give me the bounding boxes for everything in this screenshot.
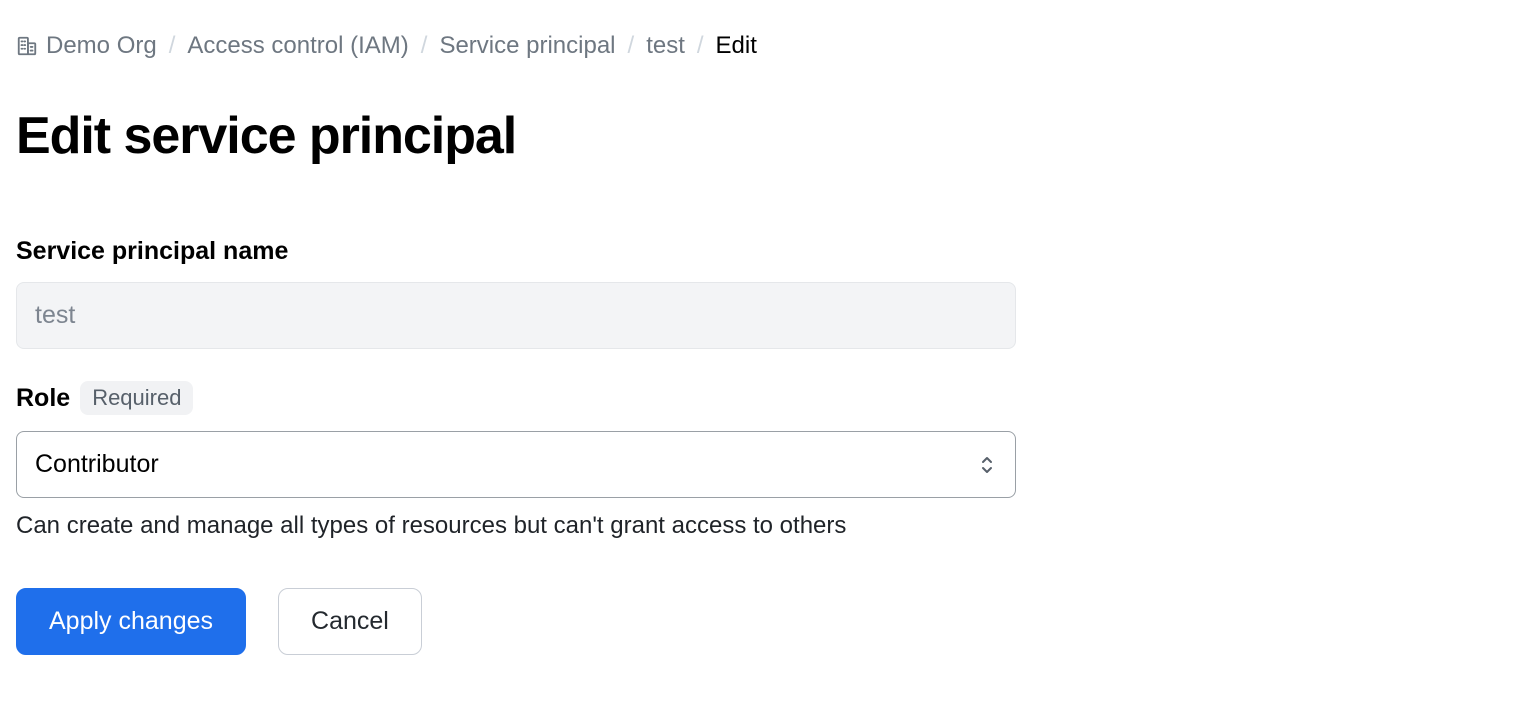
breadcrumb-org-label: Demo Org [46, 32, 157, 60]
required-badge: Required [80, 381, 193, 415]
service-principal-name-input[interactable] [16, 282, 1016, 349]
role-select[interactable]: Contributor [16, 431, 1016, 498]
breadcrumb-separator: / [697, 32, 704, 60]
role-help-text: Can create and manage all types of resou… [16, 512, 1016, 540]
breadcrumb-test[interactable]: test [646, 32, 685, 60]
breadcrumb: Demo Org / Access control (IAM) / Servic… [16, 32, 1524, 60]
breadcrumb-separator: / [628, 32, 635, 60]
breadcrumb-service-principal[interactable]: Service principal [439, 32, 615, 60]
form-group-name: Service principal name [16, 237, 1016, 349]
page-title: Edit service principal [16, 108, 1524, 165]
organization-icon [16, 35, 38, 57]
breadcrumb-org[interactable]: Demo Org [16, 32, 157, 60]
role-label: Role [16, 384, 70, 413]
breadcrumb-access-control[interactable]: Access control (IAM) [187, 32, 408, 60]
breadcrumb-current: Edit [716, 32, 757, 60]
form-group-role: Role Required Contributor Can create and… [16, 381, 1016, 540]
breadcrumb-separator: / [169, 32, 176, 60]
name-label: Service principal name [16, 237, 288, 266]
cancel-button[interactable]: Cancel [278, 588, 422, 655]
form-actions: Apply changes Cancel [16, 588, 1524, 655]
apply-changes-button[interactable]: Apply changes [16, 588, 246, 655]
breadcrumb-separator: / [421, 32, 428, 60]
